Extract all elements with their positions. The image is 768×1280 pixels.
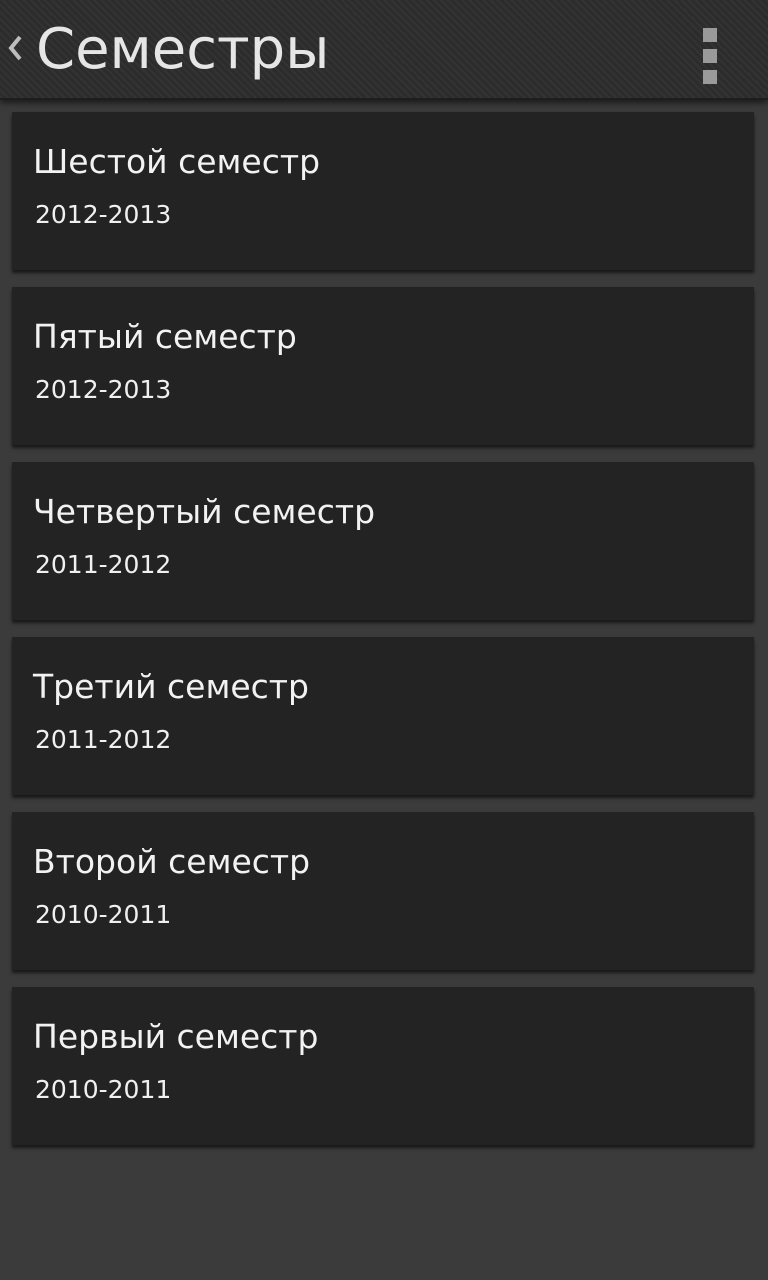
semester-card[interactable]: Третий семестр 2011-2012 [12,637,754,795]
page-title: Семестры [36,17,330,82]
overflow-menu-button[interactable] [680,16,738,84]
semester-card[interactable]: Второй семестр 2010-2011 [12,812,754,970]
semester-years: 2010-2011 [35,900,172,929]
semester-title: Первый семестр [33,1017,319,1056]
overflow-menu-icon-dot [703,49,717,63]
semester-years: 2011-2012 [35,550,172,579]
action-bar: Семестры [0,0,768,100]
semester-years: 2012-2013 [35,200,172,229]
semester-years: 2010-2011 [35,1075,172,1104]
semester-title: Третий семестр [33,667,309,706]
overflow-menu-icon-dot [703,70,717,84]
semester-title: Пятый семестр [33,317,297,356]
semester-list: Шестой семестр 2012-2013 Пятый семестр 2… [12,112,754,1162]
semester-card[interactable]: Пятый семестр 2012-2013 [12,287,754,445]
up-button[interactable]: Семестры [0,0,330,100]
semester-card[interactable]: Первый семестр 2010-2011 [12,987,754,1145]
semester-years: 2012-2013 [35,375,172,404]
semester-title: Второй семестр [33,842,311,881]
semester-years: 2011-2012 [35,725,172,754]
semester-title: Четвертый семестр [33,492,376,531]
chevron-left-icon [8,35,22,61]
semester-card[interactable]: Шестой семестр 2012-2013 [12,112,754,270]
semester-card[interactable]: Четвертый семестр 2011-2012 [12,462,754,620]
overflow-menu-icon [703,28,717,42]
semester-title: Шестой семестр [33,142,321,181]
